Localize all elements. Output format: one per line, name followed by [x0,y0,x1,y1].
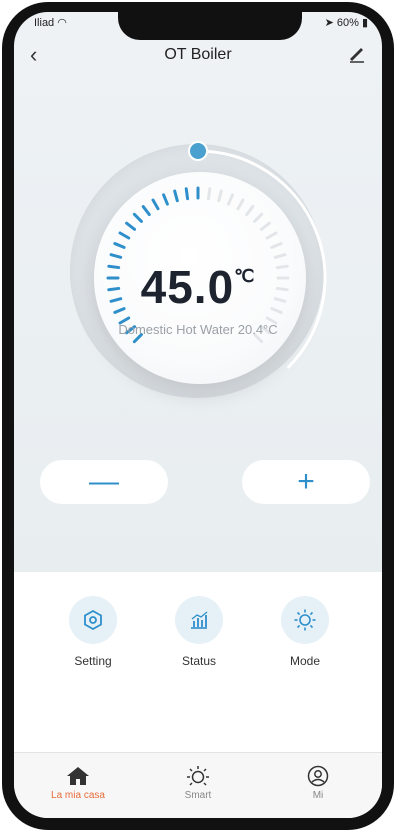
dhw-temperature: Domestic Hot Water 20.4°C [118,322,278,337]
mode-icon-circle [281,596,329,644]
dial-tick [113,242,126,249]
mode-label: Mode [289,654,321,668]
dial-tick [132,212,143,223]
status-label: Status [181,654,217,668]
setting-label: Setting [74,654,112,668]
setting-action[interactable]: Setting [48,596,138,668]
app-screen: Iliad ◠ ➤ 60% ▮ ‹ OT Boiler 45.0℃ Domest… [14,12,382,818]
dial-tick [206,187,212,201]
user-icon [307,765,329,787]
chart-icon [191,611,208,629]
tab-bar: La mia casa Smart Mi [14,752,382,818]
temperature-value: 45.0 [140,261,235,313]
dial-tick [125,221,137,231]
tab-home-label: La mia casa [51,790,105,801]
sun-icon [294,609,316,631]
temperature-unit: ℃ [234,266,256,286]
setpoint-knob[interactable] [188,141,208,161]
dial-tick [273,253,287,259]
dial-tick [259,221,271,231]
tab-smart[interactable]: Smart [158,765,238,801]
dial-tick [265,231,278,240]
settings-hex-icon [84,609,102,631]
setting-icon-circle [69,596,117,644]
dial-tick [162,193,169,206]
dial-tick [109,253,123,259]
mode-action[interactable]: Mode [260,596,350,668]
tab-profile-label: Mi [312,790,324,801]
dial-tick [151,198,160,211]
dial-tick [217,189,223,203]
decrease-button[interactable]: — [40,460,168,504]
home-icon [67,767,89,785]
status-action[interactable]: Status [154,596,244,668]
status-icon-circle [175,596,223,644]
dial-tick [253,212,264,223]
tab-profile[interactable]: Mi [278,765,358,801]
increase-button[interactable]: + [242,460,370,504]
phone: Iliad ◠ ➤ 60% ▮ ‹ OT Boiler 45.0℃ Domest… [0,0,396,832]
temperature-readout: 45.0℃ [14,260,382,314]
dial-tick [270,242,283,249]
dial-tick [245,205,255,217]
dial-tick [173,189,179,203]
tab-home[interactable]: La mia casa [38,765,118,801]
dial-tick [227,193,234,206]
dial-tick [236,198,245,211]
dial-tick [118,231,131,240]
tab-smart-label: Smart [184,790,212,801]
sun-icon [187,766,209,786]
dial-tick [184,187,190,201]
dial-tick [141,205,151,217]
